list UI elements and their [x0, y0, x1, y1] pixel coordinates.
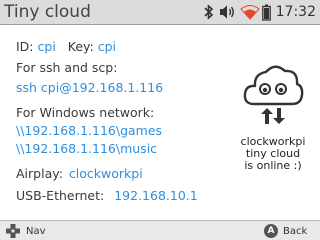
windows-share-music: \\192.168.1.116\music — [16, 141, 158, 156]
back-button[interactable]: A Back — [264, 222, 307, 240]
nav-hint[interactable]: Nav — [5, 222, 46, 240]
a-button-icon: A — [264, 224, 278, 238]
id-value: cpi — [37, 39, 56, 54]
key-label: Key: — [67, 39, 94, 54]
usb-ethernet-row: USB-Ethernet: 192.168.10.1 — [16, 188, 198, 203]
usb-ethernet-value: 192.168.10.1 — [114, 188, 198, 203]
cloud-sync-icon — [228, 56, 318, 136]
airplay-label: Airplay: — [16, 166, 63, 181]
bluetooth-icon — [204, 0, 214, 24]
ssh-command: ssh cpi@192.168.1.116 — [16, 80, 164, 95]
wifi-icon — [240, 0, 260, 24]
app-title: Tiny cloud — [4, 2, 91, 22]
usb-ethernet-label: USB-Ethernet: — [16, 188, 105, 203]
title-bar: Tiny cloud 17:32 — [0, 0, 320, 25]
status-line-3: is online :) — [244, 159, 302, 172]
back-label: Back — [283, 225, 308, 237]
dpad-icon — [5, 223, 21, 239]
footer-bar: Nav A Back — [0, 220, 320, 240]
volume-icon — [219, 0, 237, 24]
cloud-status-panel: clockworkpi tiny cloud is online :) — [228, 56, 318, 172]
ssh-label: For ssh and scp: — [16, 60, 118, 75]
id-label: ID: — [16, 39, 34, 54]
id-row: ID: cpi Key: cpi — [16, 39, 116, 54]
airplay-row: Airplay: clockworkpi — [16, 166, 143, 181]
nav-label: Nav — [26, 225, 46, 237]
windows-share-games: \\192.168.1.116\games — [16, 123, 163, 138]
windows-network-label: For Windows network: — [16, 105, 155, 120]
battery-icon — [262, 0, 271, 24]
airplay-value: clockworkpi — [68, 166, 143, 181]
clock: 17:32 — [275, 4, 316, 20]
key-value: cpi — [97, 39, 117, 54]
